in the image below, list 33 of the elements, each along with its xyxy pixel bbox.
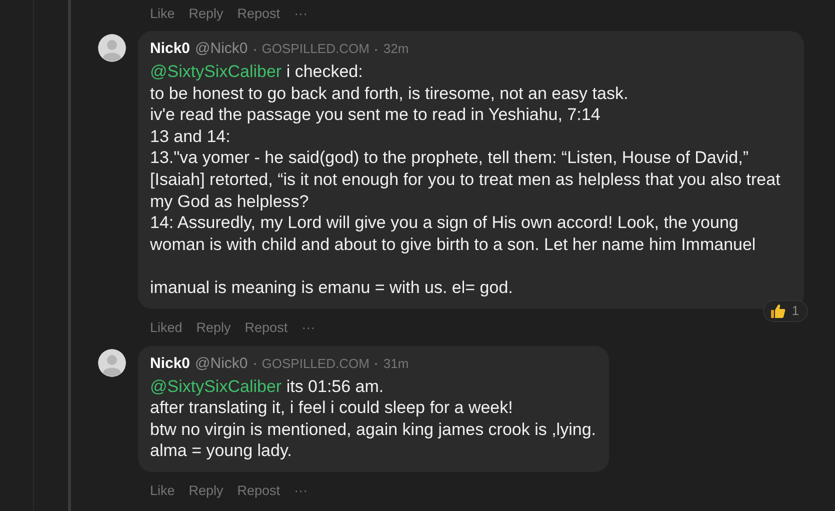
mention-link[interactable]: @SixtySixCaliber xyxy=(150,376,282,396)
reaction-count: 1 xyxy=(792,303,799,318)
reaction-badge[interactable]: 1 xyxy=(762,300,808,322)
action-link[interactable]: Like xyxy=(150,6,185,20)
site-name: GOSPILLED.COM xyxy=(262,41,370,56)
action-link[interactable]: Reply xyxy=(188,483,234,498)
action-link[interactable]: Repost xyxy=(237,6,290,20)
separator-dot xyxy=(375,48,378,50)
action-link[interactable]: ··· xyxy=(294,6,318,20)
comment-text: @SixtySixCaliber its 01:56 am. after translating it, i feel i could sleep for a week! btw no virgin is mentioned, again king james crook is ,lying. alma = young lady. xyxy=(150,376,596,462)
separator-dot xyxy=(254,48,256,50)
author-name: Nick0 xyxy=(150,40,190,57)
separator-dot xyxy=(375,363,378,366)
timestamp: 31m xyxy=(383,356,409,371)
separator-dot xyxy=(254,363,256,366)
author-handle: @Nick0 xyxy=(195,40,248,57)
action-link[interactable]: Reply xyxy=(196,320,241,336)
avatar-icon xyxy=(98,348,126,377)
action-link[interactable]: Liked xyxy=(150,320,192,336)
action-link[interactable]: ··· xyxy=(302,320,326,336)
author-handle: @Nick0 xyxy=(195,354,248,372)
thumbs-up-icon xyxy=(770,302,786,319)
avatar-icon xyxy=(98,34,126,62)
action-link[interactable]: Repost xyxy=(244,320,298,336)
mention-link[interactable]: @SixtySixCaliber xyxy=(150,62,282,81)
comment-text: @SixtySixCaliber i checked: to be honest to go back and forth, is tiresome, not an easy task. iv'e read the passage you sent me to read in Yeshiahu, 7:14 13 and 14: 13."va yomer - he said(god) to the prophete, tell them: “Listen, House of David,” [Isaiah] retorted, “is it not enough for you to treat men as helpless that you also treat my God as helpless? 14: Assuredly, my Lord will give you a sign of His own accord! Look, the young woman is with child and about to give birth to a son. Let her name him Immanuel imanual is meaning is emanu = with us. el= god. xyxy=(150,61,782,299)
action-link[interactable]: Reply xyxy=(188,6,234,20)
timestamp: 32m xyxy=(383,41,409,56)
action-link[interactable]: Like xyxy=(150,483,185,498)
action-link[interactable]: ··· xyxy=(294,483,318,498)
author-name: Nick0 xyxy=(150,354,190,372)
site-name: GOSPILLED.COM xyxy=(262,356,370,371)
action-link[interactable]: Repost xyxy=(237,483,290,498)
